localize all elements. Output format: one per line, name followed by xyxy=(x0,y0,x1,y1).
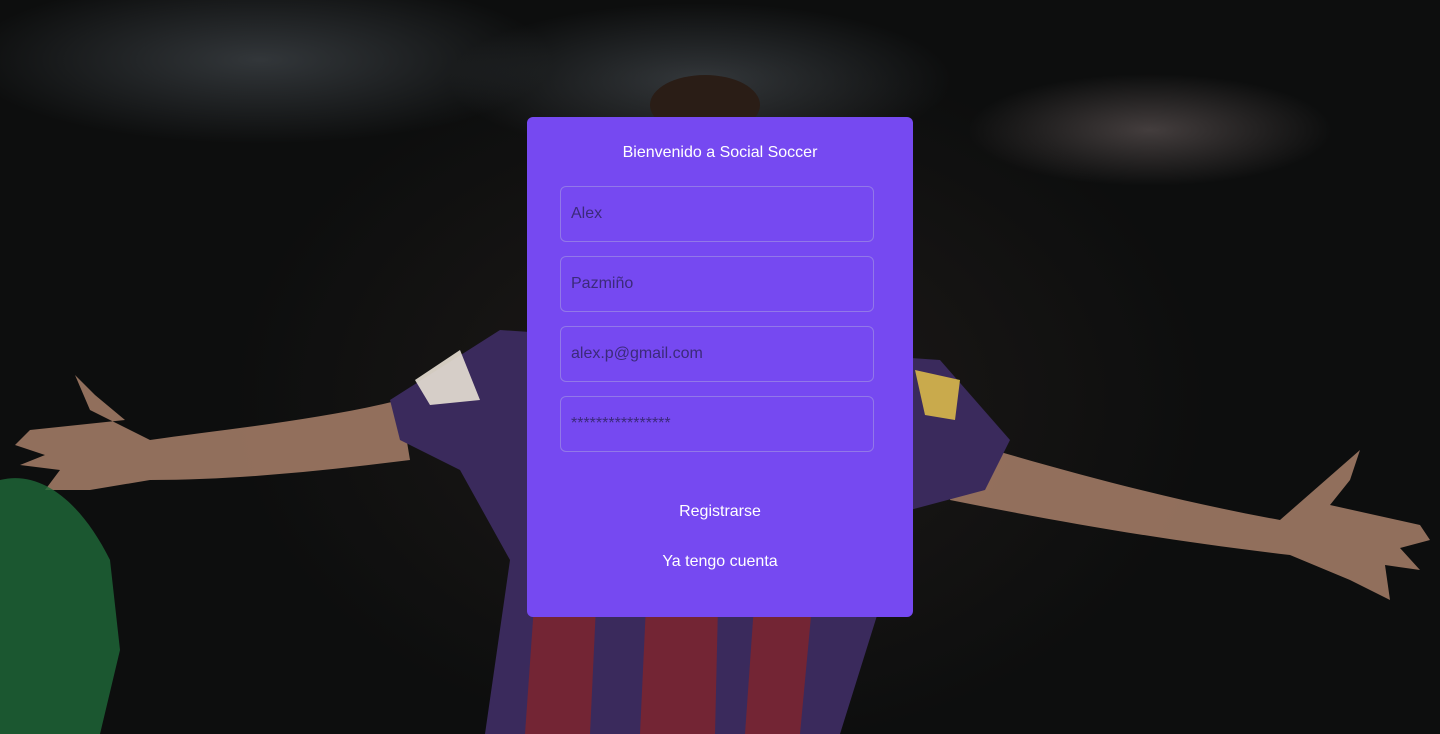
email-field[interactable] xyxy=(560,326,874,382)
register-button[interactable]: Registrarse xyxy=(527,503,913,521)
first-name-field[interactable] xyxy=(560,186,874,242)
last-name-field[interactable] xyxy=(560,256,874,312)
password-field[interactable] xyxy=(560,396,874,452)
register-card: Bienvenido a Social Soccer Registrarse Y… xyxy=(527,117,913,617)
login-link[interactable]: Ya tengo cuenta xyxy=(527,553,913,571)
card-title: Bienvenido a Social Soccer xyxy=(622,144,818,161)
